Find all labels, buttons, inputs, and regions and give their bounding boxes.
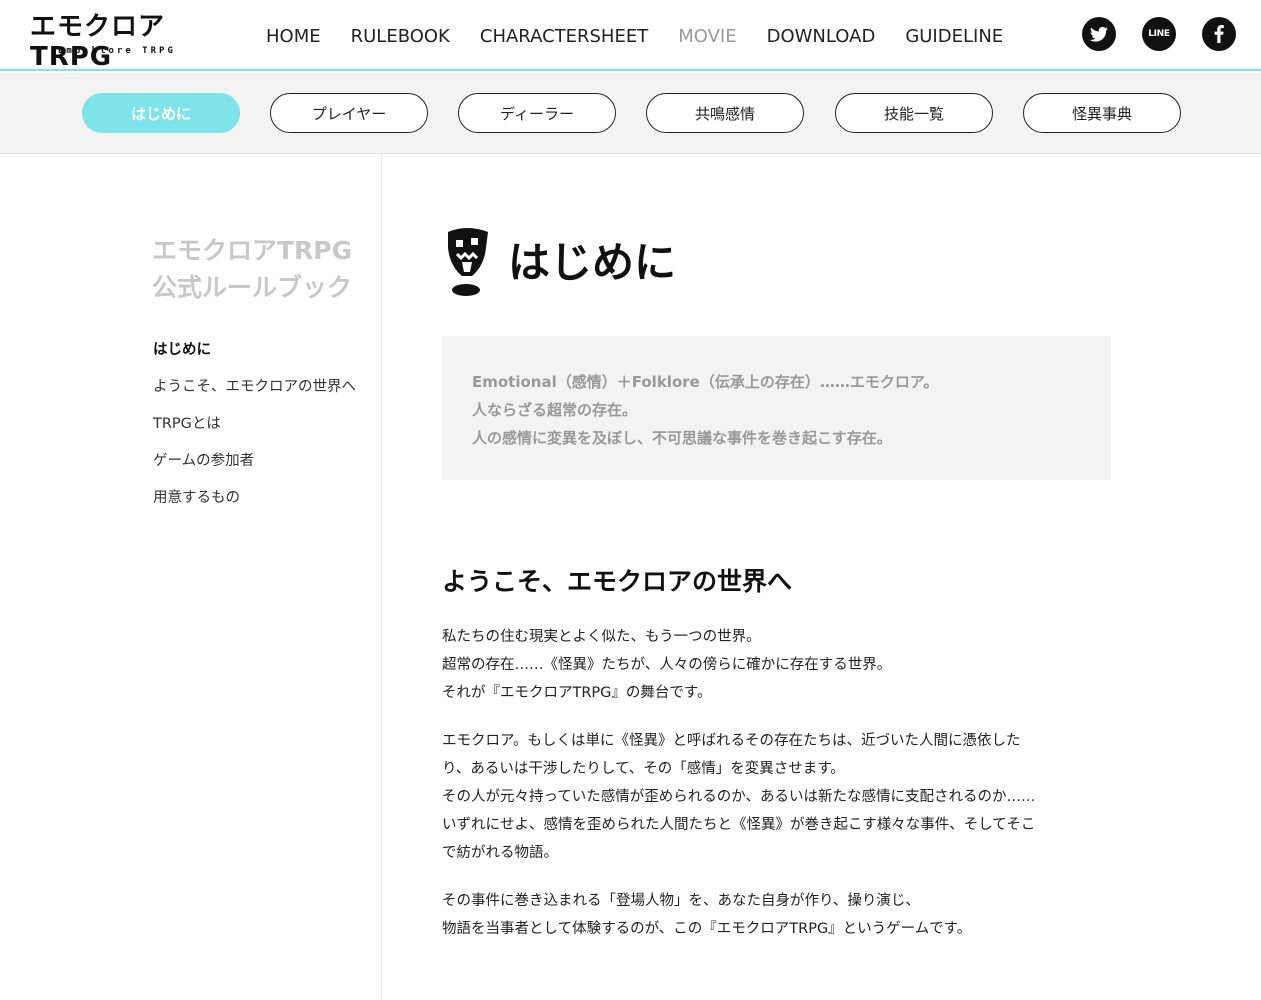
intro-line: 人ならざる超常の存在。 xyxy=(472,401,638,419)
tab-dealer[interactable]: ディーラー xyxy=(458,93,616,133)
nav-movie[interactable]: MOVIE xyxy=(678,24,736,50)
paragraph-line: 私たちの住む現実とよく似た、もう一つの世界。 xyxy=(442,629,761,645)
logo-sub-text: Emo-klore TRPG xyxy=(58,46,176,56)
toc-welcome[interactable]: ようこそ、エモクロアの世界へ xyxy=(153,377,356,414)
logo-main-text: エモクロアTRPG xyxy=(30,12,166,72)
paragraph: その事件に巻き込まれる「登場人物」を、あなた自身が作り、操り演じ、 物語を当事者… xyxy=(442,887,1111,943)
nav-home[interactable]: HOME xyxy=(266,24,321,50)
page-heading: はじめに xyxy=(442,226,842,300)
global-nav: HOME RULEBOOK CHARACTERSHEET MOVIE DOWNL… xyxy=(266,24,1033,50)
paragraph-line: エモクロア。もしくは単に《怪異》と呼ばれるその存在たちは、近づいた人間に憑依した xyxy=(442,733,1021,749)
sidebar-toc: はじめに ようこそ、エモクロアの世界へ TRPGとは ゲームの参加者 用意するも… xyxy=(153,340,356,525)
paragraph-line: その人が元々持っていた感情が歪められるのか、あるいは新たな感情に支配されるのか…… xyxy=(442,789,1036,805)
paragraph-line: で紡がれる物語。 xyxy=(442,845,558,861)
line-icon-label: LINE xyxy=(1148,29,1170,39)
intro-quote-box: Emotional（感情）＋Folklore（伝承上の存在）……エモクロア。 人… xyxy=(442,336,1111,480)
site-logo[interactable]: エモクロアTRPG Emo-klore TRPG xyxy=(30,12,200,72)
nav-charactersheet[interactable]: CHARACTERSHEET xyxy=(480,24,648,50)
toc-participants[interactable]: ゲームの参加者 xyxy=(153,451,356,488)
sidebar: エモクロアTRPG 公式ルールブック はじめに ようこそ、エモクロアの世界へ T… xyxy=(0,154,382,1000)
site-header: エモクロアTRPG Emo-klore TRPG HOME RULEBOOK C… xyxy=(0,0,1261,72)
sidebar-title: エモクロアTRPG 公式ルールブック xyxy=(152,232,372,306)
line-icon[interactable]: LINE xyxy=(1142,17,1176,51)
tab-player[interactable]: プレイヤー xyxy=(270,93,428,133)
toc-requirements[interactable]: 用意するもの xyxy=(153,488,356,525)
toc-what-is-trpg[interactable]: TRPGとは xyxy=(153,414,356,451)
tab-gino-ichiran[interactable]: 技能一覧 xyxy=(835,93,993,133)
twitter-icon[interactable] xyxy=(1082,17,1116,51)
paragraph-line: その事件に巻き込まれる「登場人物」を、あなた自身が作り、操り演じ、 xyxy=(442,893,920,909)
rulebook-subnav: はじめに プレイヤー ディーラー 共鳴感情 技能一覧 怪異事典 xyxy=(0,73,1261,154)
section-body: 私たちの住む現実とよく似た、もう一つの世界。 超常の存在……《怪異》たちが、人々… xyxy=(442,623,1111,963)
paragraph-line: それが『エモクロアTRPG』の舞台です。 xyxy=(442,685,712,701)
sidebar-title-line2: 公式ルールブック xyxy=(152,273,353,302)
toc-hajimeni[interactable]: はじめに xyxy=(153,340,356,377)
tab-hajimeni[interactable]: はじめに xyxy=(82,93,240,133)
facebook-icon[interactable] xyxy=(1202,17,1236,51)
paragraph-line: いずれにせよ、感情を歪められた人間たちと《怪異》が巻き起こす様々な事件、そしてそ… xyxy=(442,817,1036,833)
paragraph-line: 物語を当事者として体験するのが、この『エモクロアTRPG』というゲームです。 xyxy=(442,921,972,937)
paragraph: 私たちの住む現実とよく似た、もう一つの世界。 超常の存在……《怪異》たちが、人々… xyxy=(442,623,1111,707)
paragraph-line: り、あるいは干渉したりして、その「感情」を変異させます。 xyxy=(442,761,845,777)
sidebar-title-line1: エモクロアTRPG xyxy=(152,236,353,265)
intro-line: 人の感情に変異を及ぼし、不可思議な事件を巻き起こす存在。 xyxy=(472,429,892,447)
nav-rulebook[interactable]: RULEBOOK xyxy=(351,24,450,50)
tab-kaii-jiten[interactable]: 怪異事典 xyxy=(1023,93,1181,133)
intro-line: Emotional（感情）＋Folklore（伝承上の存在）……エモクロア。 xyxy=(472,373,939,391)
section-title-welcome: ようこそ、エモクロアの世界へ xyxy=(442,567,793,596)
paragraph: エモクロア。もしくは単に《怪異》と呼ばれるその存在たちは、近づいた人間に憑依した… xyxy=(442,727,1111,867)
page-title: はじめに xyxy=(508,238,677,287)
nav-guideline[interactable]: GUIDELINE xyxy=(905,24,1003,50)
paragraph-line: 超常の存在……《怪異》たちが、人々の傍らに確かに存在する世界。 xyxy=(442,657,892,673)
kaii-mascot-icon xyxy=(448,228,488,296)
nav-download[interactable]: DOWNLOAD xyxy=(767,24,876,50)
tab-kyomei-kanjo[interactable]: 共鳴感情 xyxy=(646,93,804,133)
